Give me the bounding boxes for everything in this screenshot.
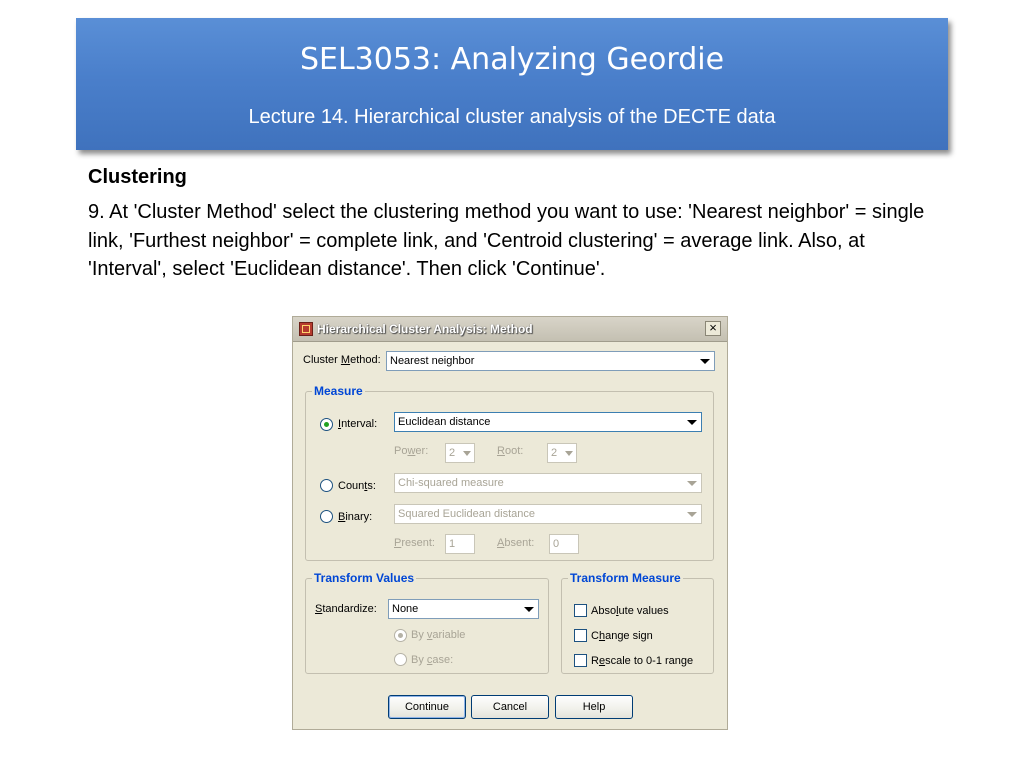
absent-value: 0 bbox=[553, 538, 560, 550]
rescale-label: Rescale to 0-1 range bbox=[591, 655, 694, 667]
close-button[interactable]: × bbox=[705, 321, 721, 336]
transform-measure-title: Transform Measure bbox=[568, 571, 683, 585]
counts-radio[interactable] bbox=[320, 479, 333, 492]
section-heading: Clustering bbox=[88, 166, 187, 188]
binary-label: Binary: bbox=[338, 511, 373, 523]
power-label: Power: bbox=[394, 445, 429, 457]
chevron-down-icon bbox=[687, 512, 697, 517]
present-value: 1 bbox=[449, 538, 456, 550]
by-variable-radio[interactable] bbox=[394, 629, 407, 642]
root-label: Root: bbox=[497, 445, 524, 457]
cluster-method-label: Cluster Method: bbox=[303, 354, 381, 366]
dialog-title: Hierarchical Cluster Analysis: Method bbox=[317, 322, 533, 336]
title-banner: SEL3053: Analyzing Geordie Lecture 14. H… bbox=[76, 18, 948, 150]
counts-measure-value: Chi-squared measure bbox=[398, 477, 504, 489]
standardize-select[interactable]: None bbox=[388, 599, 539, 619]
cluster-method-select[interactable]: Nearest neighbor bbox=[386, 351, 715, 371]
absent-label: Absent: bbox=[497, 537, 535, 549]
cluster-method-dialog: Hierarchical Cluster Analysis: Method × … bbox=[292, 316, 728, 730]
absolute-values-label: Absolute values bbox=[591, 605, 669, 617]
transform-values-title: Transform Values bbox=[312, 571, 417, 585]
chevron-down-icon bbox=[700, 359, 710, 364]
binary-measure-select[interactable]: Squared Euclidean distance bbox=[394, 504, 702, 524]
cancel-button[interactable]: Cancel bbox=[471, 695, 549, 719]
standardize-label: Standardize: bbox=[315, 603, 377, 615]
change-sign-label: Change sign bbox=[591, 630, 653, 642]
slide-title: SEL3053: Analyzing Geordie bbox=[299, 42, 725, 77]
interval-radio[interactable] bbox=[320, 418, 333, 431]
instruction-paragraph: 9. At 'Cluster Method' select the cluste… bbox=[88, 201, 925, 280]
interval-measure-value: Euclidean distance bbox=[398, 416, 491, 428]
absent-field[interactable]: 0 bbox=[549, 534, 579, 554]
standardize-value: None bbox=[392, 603, 419, 615]
interval-label: Interval: bbox=[338, 418, 378, 430]
root-select[interactable]: 2 bbox=[547, 443, 577, 463]
chevron-down-icon bbox=[463, 451, 471, 456]
present-field[interactable]: 1 bbox=[445, 534, 475, 554]
counts-label: Counts: bbox=[338, 480, 376, 492]
chevron-down-icon bbox=[565, 451, 573, 456]
chevron-down-icon bbox=[687, 420, 697, 425]
power-select[interactable]: 2 bbox=[445, 443, 475, 463]
binary-measure-value: Squared Euclidean distance bbox=[398, 508, 535, 520]
by-case-radio[interactable] bbox=[394, 653, 407, 666]
help-button[interactable]: Help bbox=[555, 695, 633, 719]
measure-group-title: Measure bbox=[312, 384, 365, 398]
by-variable-label: By variable bbox=[411, 629, 466, 641]
root-value: 2 bbox=[551, 447, 558, 459]
slide-subtitle: Lecture 14. Hierarchical cluster analysi… bbox=[248, 106, 776, 128]
counts-measure-select[interactable]: Chi-squared measure bbox=[394, 473, 702, 493]
present-label: Present: bbox=[394, 537, 435, 549]
spss-app-icon bbox=[299, 322, 313, 336]
cluster-method-value: Nearest neighbor bbox=[390, 355, 475, 367]
power-value: 2 bbox=[449, 447, 456, 459]
interval-measure-select[interactable]: Euclidean distance bbox=[394, 412, 702, 432]
absolute-values-checkbox[interactable] bbox=[574, 604, 587, 617]
dialog-titlebar[interactable]: Hierarchical Cluster Analysis: Method × bbox=[293, 317, 727, 342]
chevron-down-icon bbox=[524, 607, 534, 612]
binary-radio[interactable] bbox=[320, 510, 333, 523]
chevron-down-icon bbox=[687, 481, 697, 486]
continue-button[interactable]: Continue bbox=[388, 695, 466, 719]
by-case-label: By case: bbox=[411, 654, 454, 666]
change-sign-checkbox[interactable] bbox=[574, 629, 587, 642]
rescale-checkbox[interactable] bbox=[574, 654, 587, 667]
